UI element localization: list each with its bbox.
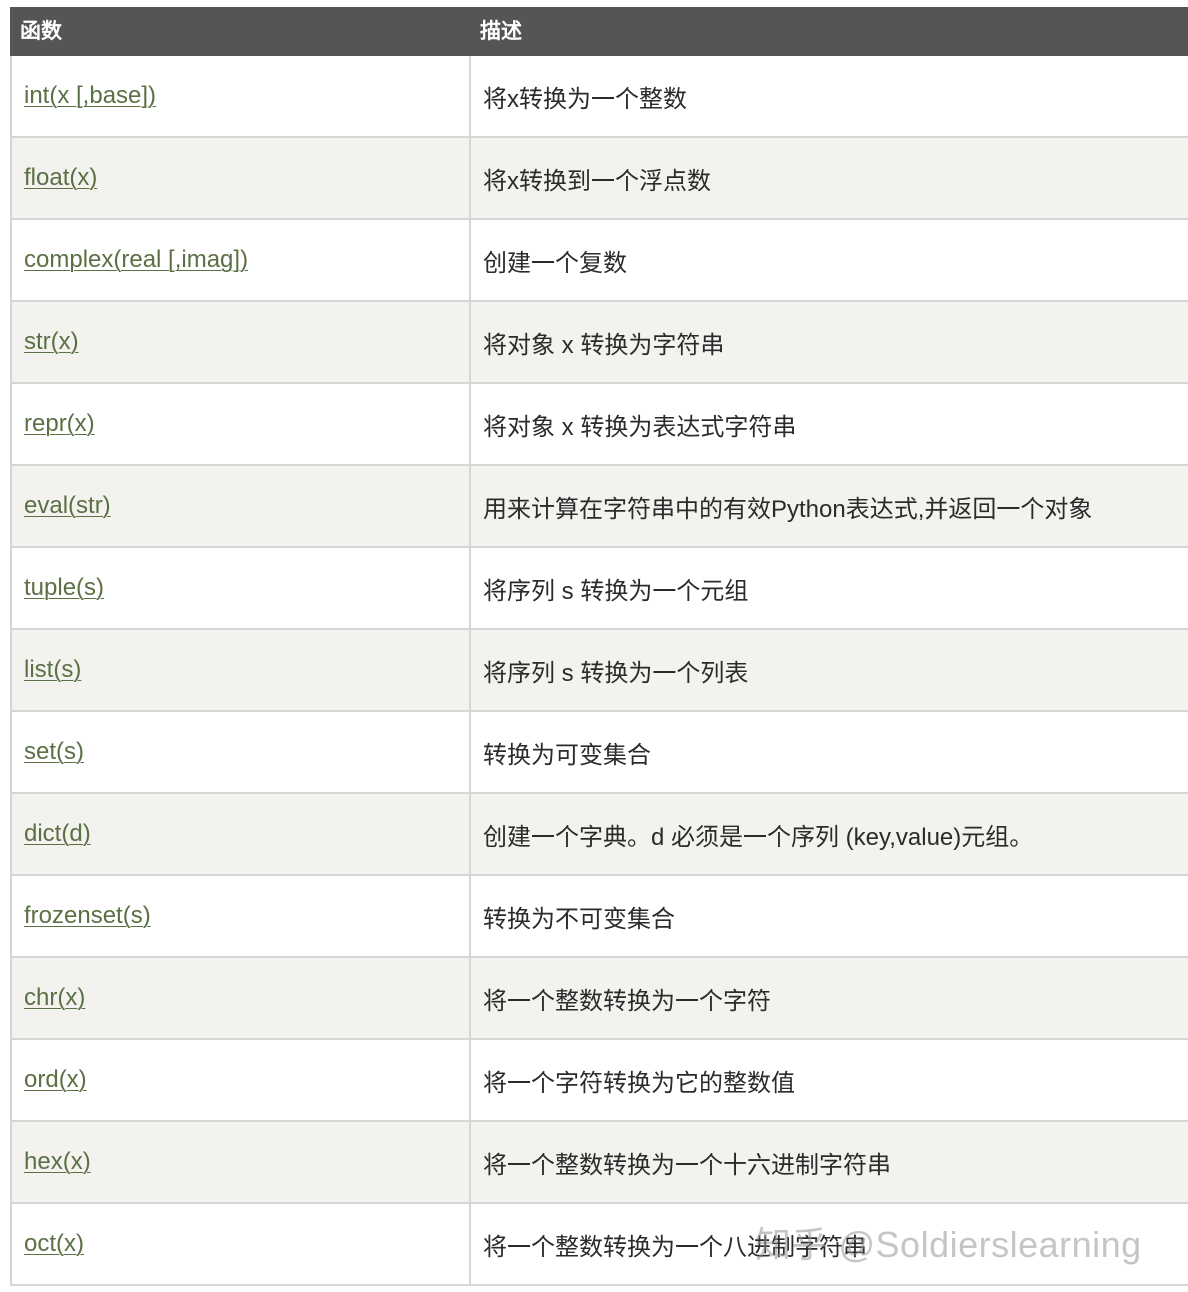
function-link[interactable]: eval(str) [24, 492, 111, 520]
function-cell: dict(d) [10, 794, 471, 874]
function-cell: frozenset(s) [10, 876, 471, 956]
table-row: int(x [,base]) 将x转换为一个整数 [10, 56, 1188, 138]
table-row: repr(x) 将对象 x 转换为表达式字符串 [10, 384, 1188, 466]
function-link[interactable]: set(s) [24, 738, 84, 766]
function-link[interactable]: ord(x) [24, 1066, 87, 1094]
description-cell: 将一个字符转换为它的整数值 [483, 1069, 795, 1097]
function-link[interactable]: dict(d) [24, 820, 91, 848]
table-row: frozenset(s) 转换为不可变集合 [10, 876, 1188, 958]
function-cell: float(x) [10, 138, 471, 218]
function-link[interactable]: list(s) [24, 656, 81, 684]
function-cell: repr(x) [10, 384, 471, 464]
table-row: hex(x) 将一个整数转换为一个十六进制字符串 [10, 1122, 1188, 1204]
function-link[interactable]: frozenset(s) [24, 902, 151, 930]
description-cell: 将序列 s 转换为一个列表 [483, 659, 749, 687]
description-cell: 用来计算在字符串中的有效Python表达式,并返回一个对象 [483, 495, 1093, 523]
table-row: ord(x) 将一个字符转换为它的整数值 [10, 1040, 1188, 1122]
description-cell: 将x转换到一个浮点数 [483, 167, 711, 195]
function-link[interactable]: float(x) [24, 164, 97, 192]
table-row: list(s) 将序列 s 转换为一个列表 [10, 630, 1188, 712]
description-cell: 将一个整数转换为一个字符 [483, 987, 771, 1015]
function-link[interactable]: oct(x) [24, 1230, 84, 1258]
table-row: str(x) 将对象 x 转换为字符串 [10, 302, 1188, 384]
table-row: oct(x) 将一个整数转换为一个八进制字符串 [10, 1204, 1188, 1286]
description-cell: 将对象 x 转换为字符串 [483, 331, 725, 359]
table-row: dict(d) 创建一个字典。d 必须是一个序列 (key,value)元组。 [10, 794, 1188, 876]
description-cell: 将一个整数转换为一个八进制字符串 [483, 1233, 867, 1261]
function-cell: str(x) [10, 302, 471, 382]
description-cell: 创建一个字典。d 必须是一个序列 (key,value)元组。 [483, 823, 1034, 851]
table-row: float(x) 将x转换到一个浮点数 [10, 138, 1188, 220]
function-link[interactable]: chr(x) [24, 984, 85, 1012]
function-cell: oct(x) [10, 1204, 471, 1284]
function-link[interactable]: hex(x) [24, 1148, 91, 1176]
table-row: chr(x) 将一个整数转换为一个字符 [10, 958, 1188, 1040]
function-cell: complex(real [,imag]) [10, 220, 471, 300]
table-header: 函数 描述 [10, 7, 1188, 56]
function-cell: tuple(s) [10, 548, 471, 628]
function-cell: ord(x) [10, 1040, 471, 1120]
table-body: int(x [,base]) 将x转换为一个整数 float(x) 将x转换到一个浮点… [10, 56, 1188, 1286]
table-row: tuple(s) 将序列 s 转换为一个元组 [10, 548, 1188, 630]
conversion-functions-table: 函数 描述 int(x [,base]) 将x转换为一个整数 float(x) 将x转… [10, 7, 1188, 1286]
function-cell: set(s) [10, 712, 471, 792]
function-link[interactable]: str(x) [24, 328, 79, 356]
table-row: set(s) 转换为可变集合 [10, 712, 1188, 794]
description-cell: 转换为可变集合 [483, 741, 651, 769]
table-row: complex(real [,imag]) 创建一个复数 [10, 220, 1188, 302]
description-cell: 将一个整数转换为一个十六进制字符串 [483, 1151, 891, 1179]
function-link[interactable]: tuple(s) [24, 574, 104, 602]
header-function: 函数 [20, 20, 62, 43]
function-cell: list(s) [10, 630, 471, 710]
function-cell: eval(str) [10, 466, 471, 546]
function-cell: int(x [,base]) [10, 56, 471, 136]
description-cell: 创建一个复数 [483, 249, 627, 277]
description-cell: 将对象 x 转换为表达式字符串 [483, 413, 797, 441]
description-cell: 将序列 s 转换为一个元组 [483, 577, 749, 605]
function-link[interactable]: complex(real [,imag]) [24, 246, 248, 274]
function-link[interactable]: int(x [,base]) [24, 82, 156, 110]
function-cell: hex(x) [10, 1122, 471, 1202]
function-cell: chr(x) [10, 958, 471, 1038]
function-link[interactable]: repr(x) [24, 410, 95, 438]
header-description: 描述 [480, 20, 522, 43]
table-row: eval(str) 用来计算在字符串中的有效Python表达式,并返回一个对象 [10, 466, 1188, 548]
description-cell: 转换为不可变集合 [483, 905, 675, 933]
description-cell: 将x转换为一个整数 [483, 85, 687, 113]
